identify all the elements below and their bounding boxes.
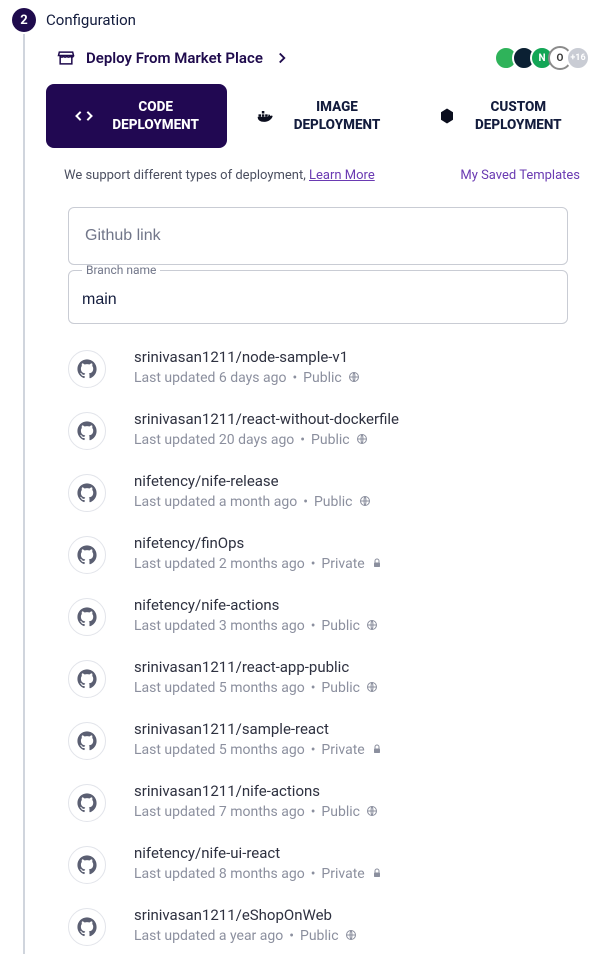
step-header: 2 Configuration <box>0 0 600 40</box>
github-link-input[interactable] <box>68 207 568 265</box>
repo-meta: Last updated 3 months ago•Public <box>134 618 380 634</box>
repo-meta: Last updated 8 months ago•Private <box>134 866 385 882</box>
tab-code-deployment[interactable]: CODEDEPLOYMENT <box>46 84 227 148</box>
repo-name: srinivasan1211/nife-actions <box>134 782 380 800</box>
repo-meta: Last updated a month ago•Public <box>134 494 373 510</box>
repo-name: nifetency/nife-ui-react <box>134 844 385 862</box>
lock-icon <box>371 743 385 757</box>
branch-name-input[interactable] <box>82 277 554 323</box>
code-icon <box>74 106 94 126</box>
repository-row[interactable]: nifetency/nife-release Last updated a mon… <box>68 458 568 520</box>
repo-name: nifetency/nife-release <box>134 472 373 490</box>
repo-name: nifetency/finOps <box>134 534 385 552</box>
repo-name: srinivasan1211/react-without-dockerfile <box>134 410 399 428</box>
repo-meta: Last updated 20 days ago•Public <box>134 432 399 448</box>
github-icon <box>68 536 106 574</box>
github-icon <box>68 784 106 822</box>
github-icon <box>68 722 106 760</box>
globe-icon <box>366 805 380 819</box>
lock-icon <box>371 557 385 571</box>
store-icon <box>56 48 76 68</box>
globe-icon <box>356 433 370 447</box>
timeline-connector <box>23 34 25 954</box>
repo-meta: Last updated 7 months ago•Public <box>134 804 380 820</box>
repo-name: srinivasan1211/sample-react <box>134 720 385 738</box>
github-icon <box>68 846 106 884</box>
repo-name: nifetency/nife-actions <box>134 596 380 614</box>
deploy-from-marketplace-button[interactable]: Deploy From Market Place <box>56 48 291 68</box>
globe-icon <box>366 681 380 695</box>
repository-row[interactable]: nifetency/nife-actions Last updated 3 mon… <box>68 582 568 644</box>
repo-meta: Last updated 2 months ago•Private <box>134 556 385 572</box>
hexagon-icon <box>437 106 457 126</box>
docker-icon <box>256 106 276 126</box>
repository-row[interactable]: nifetency/nife-ui-react Last updated 8 mo… <box>68 830 568 892</box>
step-number-badge: 2 <box>12 8 36 32</box>
tab-label: CUSTOMDEPLOYMENT <box>475 98 562 134</box>
branch-label: Branch name <box>82 263 160 277</box>
repository-row[interactable]: srinivasan1211/sample-react Last updated … <box>68 706 568 768</box>
github-icon <box>68 598 106 636</box>
avatar-more-count: +16 <box>566 46 590 70</box>
marketplace-label: Deploy From Market Place <box>86 49 263 67</box>
repository-row[interactable]: srinivasan1211/react-app-public Last upda… <box>68 644 568 706</box>
lock-icon <box>371 867 385 881</box>
github-icon <box>68 660 106 698</box>
repository-row[interactable]: srinivasan1211/eShopOnWeb Last updated a … <box>68 892 568 954</box>
tab-custom-deployment[interactable]: CUSTOMDEPLOYMENT <box>409 84 590 148</box>
github-icon <box>68 412 106 450</box>
repo-meta: Last updated 5 months ago•Private <box>134 742 385 758</box>
repository-row[interactable]: nifetency/finOps Last updated 2 months ag… <box>68 520 568 582</box>
globe-icon <box>348 371 362 385</box>
repo-meta: Last updated 6 days ago•Public <box>134 370 362 386</box>
chevron-right-icon <box>273 49 291 67</box>
tab-label: IMAGEDEPLOYMENT <box>294 98 381 134</box>
repo-name: srinivasan1211/react-app-public <box>134 658 380 676</box>
branch-fieldset: Branch name <box>68 263 568 324</box>
repo-meta: Last updated 5 months ago•Public <box>134 680 380 696</box>
repo-name: srinivasan1211/node-sample-v1 <box>134 348 362 366</box>
github-icon <box>68 350 106 388</box>
repository-list: srinivasan1211/node-sample-v1 Last update… <box>46 324 590 954</box>
repo-meta: Last updated a year ago•Public <box>134 928 359 944</box>
repository-row[interactable]: srinivasan1211/react-without-dockerfile L… <box>68 396 568 458</box>
github-icon <box>68 908 106 946</box>
globe-icon <box>366 619 380 633</box>
repository-row[interactable]: srinivasan1211/node-sample-v1 Last update… <box>68 334 568 396</box>
deployment-type-tabs: CODEDEPLOYMENT IMAGEDEPLOYMENT CUSTOMDEP… <box>46 84 590 148</box>
step-title: Configuration <box>46 11 136 29</box>
my-saved-templates-link[interactable]: My Saved Templates <box>460 168 580 183</box>
repository-row[interactable]: srinivasan1211/nife-actions Last updated … <box>68 768 568 830</box>
globe-icon <box>359 495 373 509</box>
tab-image-deployment[interactable]: IMAGEDEPLOYMENT <box>227 84 408 148</box>
support-text: We support different types of deployment… <box>64 168 375 183</box>
learn-more-link[interactable]: Learn More <box>309 168 375 183</box>
tab-label: CODEDEPLOYMENT <box>112 98 199 134</box>
marketplace-avatars[interactable]: N O +16 <box>500 46 590 70</box>
repo-name: srinivasan1211/eShopOnWeb <box>134 906 359 924</box>
github-icon <box>68 474 106 512</box>
globe-icon <box>345 929 359 943</box>
